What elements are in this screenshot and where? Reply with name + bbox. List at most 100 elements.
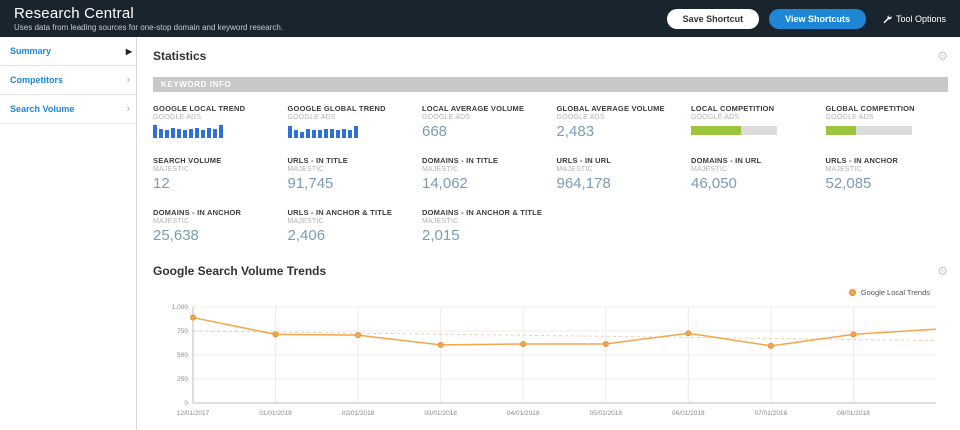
sidebar-item-label: Search Volume [10,104,75,114]
sidebar-item-search-volume[interactable]: Search Volume › [0,95,136,124]
data-point [685,330,692,337]
stat-label: DOMAINS - IN ANCHOR & TITLE [422,208,543,217]
stat-label: DOMAINS - IN TITLE [422,156,499,165]
data-point [767,342,774,349]
chart-title: Google Search Volume Trends [153,264,327,278]
trend-bar [293,130,298,138]
stat-value: 2,406 [287,227,326,244]
stat-label: DOMAINS - IN ANCHOR [153,208,242,217]
data-point [190,314,197,321]
trend-bar [213,128,217,138]
stat-source: MAJESTIC [287,166,324,173]
stat-source: MAJESTIC [825,166,862,173]
stat-google-global-trend: GOOGLE GLOBAL TREND GOOGLE ADS [287,104,411,140]
trend-bar [189,128,193,138]
stat-source: GOOGLE ADS [556,114,605,121]
chevron-right-icon: › [126,103,130,115]
stat-urls-in-url: URLS - IN URL MAJESTIC 964,178 [557,156,680,192]
stat-value: 46,050 [691,175,737,192]
active-arrow-icon: ▶ [125,46,132,56]
stat-domains-in-title: DOMAINS - IN TITLE MAJESTIC 14,062 [422,156,545,192]
stat-global-competition: GLOBAL COMPETITION GOOGLE ADS [825,104,949,140]
trend-bar [153,125,157,138]
trend-bar [201,130,205,138]
sidebar-item-competitors[interactable]: Competitors › [0,66,136,95]
stat-domains-in-anchor-title: DOMAINS - IN ANCHOR & TITLE MAJESTIC 2,015 [422,208,545,244]
competition-progress-track [691,126,777,135]
data-point [272,331,279,338]
x-tick-label: 08/01/2018 [837,410,870,417]
stat-label: URLS - IN ANCHOR [825,156,899,165]
legend-item-google-local-trends[interactable]: Google Local Trends [153,288,930,297]
save-shortcut-button[interactable]: Save Shortcut [666,8,760,29]
trend-dashed-line [192,330,937,342]
sidebar: Summary ▶ Competitors › Search Volume › [0,37,137,430]
trend-bar [171,127,175,138]
stat-local-competition: LOCAL COMPETITION GOOGLE ADS [691,104,814,140]
tool-options-link[interactable]: Tool Options [882,14,946,24]
y-tick-label: 750 [177,328,188,335]
stat-label: GOOGLE GLOBAL TREND [287,104,386,113]
header-actions: Save Shortcut View Shortcuts Tool Option… [666,8,946,29]
data-point [437,341,444,348]
chart-header: Google Search Volume Trends ⚙ [153,264,948,278]
trend-mini-bar-chart [287,125,411,138]
view-shortcuts-button[interactable]: View Shortcuts [769,8,866,29]
y-tick-label: 500 [177,352,188,359]
series-line-google-local-trends [192,316,937,347]
stat-label: GLOBAL AVERAGE VOLUME [556,104,665,113]
trend-bar [341,128,346,138]
stat-value: 668 [422,123,448,140]
trend-bar [183,130,187,138]
data-point [520,340,527,347]
main-layout: Summary ▶ Competitors › Search Volume › Stati… [0,37,960,430]
stat-value: 52,085 [825,175,872,192]
legend-dot-icon [848,289,856,296]
stat-source: GOOGLE ADS [825,114,874,121]
x-tick-label: 02/01/2018 [342,410,375,417]
trend-mini-bar-chart [153,125,276,138]
stat-google-local-trend: GOOGLE LOCAL TREND GOOGLE ADS [153,104,276,140]
page-subtitle: Uses data from leading sources for one-s… [14,23,284,32]
trend-bar [353,126,358,138]
stat-source: MAJESTIC [153,166,190,173]
x-tick-label: 06/01/2018 [672,410,705,417]
header-titles: Research Central Uses data from leading … [14,5,283,32]
stat-urls-in-anchor: URLS - IN ANCHOR MAJESTIC 52,085 [826,156,949,192]
stat-label: LOCAL COMPETITION [691,104,775,113]
stat-label: SEARCH VOLUME [153,156,222,165]
trend-bar [219,125,223,138]
chart-settings-icon[interactable]: ⚙ [937,265,948,277]
statistics-settings-icon[interactable]: ⚙ [937,50,948,62]
stat-value: 14,062 [422,175,468,192]
keyword-info-band: KEYWORD INFO [153,77,948,92]
stat-local-average-volume: LOCAL AVERAGE VOLUME GOOGLE ADS 668 [422,104,545,140]
stat-search-volume: SEARCH VOLUME MAJESTIC 12 [153,156,276,192]
x-tick-label: 07/01/2018 [755,410,788,417]
stat-value: 91,745 [287,175,334,192]
stat-label: GOOGLE LOCAL TREND [153,104,246,113]
statistics-header: Statistics ⚙ [153,49,948,63]
chart-svg: 0 250 500 750 1,000 12/01/2017 01/01/2018 02/01… [172,304,937,417]
data-point [602,340,609,347]
trend-bar [317,130,322,138]
x-tick-label: 01/01/2018 [259,410,292,417]
trend-bar [207,127,211,138]
stat-domains-in-url: DOMAINS - IN URL MAJESTIC 46,050 [691,156,814,192]
trend-bar [299,131,304,138]
y-tick-label: 1,000 [172,304,189,311]
trend-bar [329,128,334,138]
wrench-icon [883,14,892,23]
stat-source: GOOGLE ADS [287,114,336,121]
stat-label: URLS - IN TITLE [287,156,348,165]
trend-bar [177,128,181,138]
stat-value: 25,638 [153,227,199,244]
sidebar-item-label: Competitors [10,75,64,85]
stat-value: 2,483 [556,123,595,140]
competition-progress-track [825,126,912,135]
sidebar-item-summary[interactable]: Summary ▶ [0,37,136,66]
chevron-right-icon: › [126,74,130,86]
tool-options-label: Tool Options [895,13,946,24]
stat-source: MAJESTIC [153,218,190,225]
trend-bar [323,128,328,138]
